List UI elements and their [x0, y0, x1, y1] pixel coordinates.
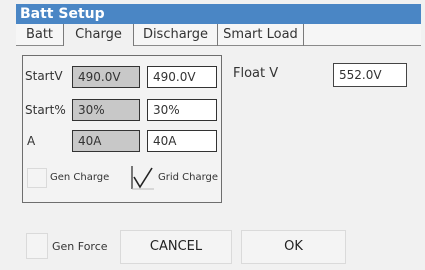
cancel-button[interactable]: CANCEL	[120, 230, 232, 264]
tab-discharge[interactable]: Discharge	[134, 24, 218, 46]
grid-charge-checkbox[interactable]	[131, 166, 155, 190]
float-v-input[interactable]: 552.0V	[333, 63, 407, 87]
gen-charge-checkbox[interactable]	[27, 168, 47, 188]
tab-bar: Batt Charge Discharge Smart Load	[16, 24, 421, 46]
checkmark-icon	[131, 166, 154, 190]
tab-charge[interactable]: Charge	[64, 24, 134, 46]
start-percent-input[interactable]: 30%	[147, 99, 217, 121]
gen-charge-label: Gen Charge	[50, 172, 110, 183]
window-title: Batt Setup	[16, 4, 421, 24]
ok-button[interactable]: OK	[241, 230, 346, 264]
gen-force-checkbox[interactable]	[26, 233, 48, 259]
amps-input[interactable]: 40A	[147, 130, 217, 152]
start-v-input[interactable]: 490.0V	[147, 66, 217, 88]
start-v-label: StartV	[25, 69, 63, 83]
tab-batt[interactable]: Batt	[16, 24, 64, 46]
grid-charge-label: Grid Charge	[158, 172, 219, 183]
gen-force-label: Gen Force	[52, 240, 108, 253]
start-v-current: 490.0V	[72, 66, 140, 88]
float-v-label: Float V	[233, 66, 279, 81]
amps-label: A	[27, 134, 36, 148]
amps-current: 40A	[72, 130, 140, 152]
tab-smart-load[interactable]: Smart Load	[218, 24, 304, 46]
start-percent-label: Start%	[25, 103, 66, 117]
start-percent-current: 30%	[72, 99, 140, 121]
